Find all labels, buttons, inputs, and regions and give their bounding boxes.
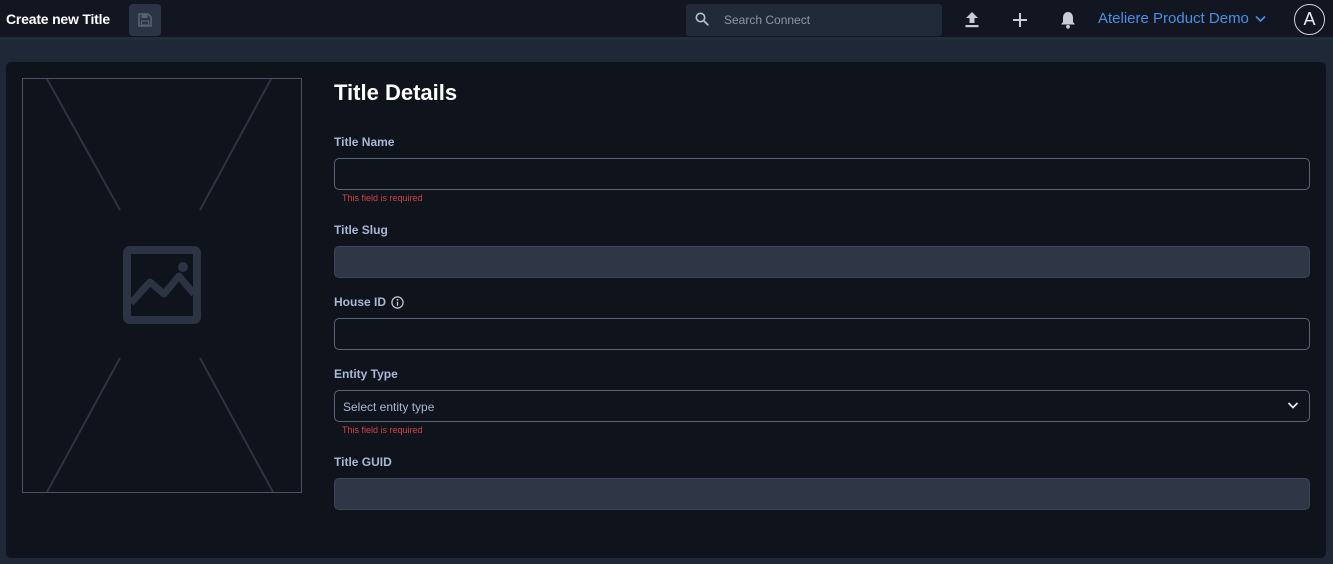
- image-placeholder-graphic: [46, 79, 274, 492]
- save-icon: [138, 13, 152, 27]
- title-slug-label-text: Title Slug: [334, 223, 388, 237]
- entity-type-label: Entity Type: [334, 367, 398, 381]
- page-title: Create new Title: [6, 11, 110, 27]
- title-slug-label: Title Slug: [334, 223, 388, 237]
- avatar[interactable]: A: [1294, 4, 1325, 35]
- image-placeholder[interactable]: [22, 78, 302, 493]
- title-guid-input: [334, 478, 1310, 510]
- plus-icon: [1013, 13, 1027, 27]
- notifications-button[interactable]: [1056, 8, 1080, 32]
- top-bar: Create new Title Ateliere: [0, 0, 1333, 40]
- title-details-panel: Title Details Title Name This field is r…: [6, 62, 1326, 558]
- bell-icon: [1061, 12, 1075, 29]
- chevron-down-icon: [1287, 402, 1299, 409]
- info-icon[interactable]: [391, 295, 404, 309]
- entity-type-select[interactable]: Select entity type: [334, 390, 1310, 422]
- workspace-name: Ateliere Product Demo: [1098, 10, 1249, 27]
- title-slug-input: [334, 246, 1310, 278]
- chevron-down-icon: [1255, 15, 1266, 22]
- search-box[interactable]: [686, 4, 942, 36]
- upload-icon: [965, 12, 979, 28]
- title-name-label-text: Title Name: [334, 135, 395, 149]
- title-guid-label: Title GUID: [334, 455, 392, 469]
- title-name-input[interactable]: [334, 158, 1310, 190]
- title-name-label: Title Name: [334, 135, 394, 149]
- entity-type-placeholder: Select entity type: [343, 400, 435, 414]
- house-id-input[interactable]: [334, 318, 1310, 350]
- section-title: Title Details: [334, 80, 458, 105]
- title-name-error: This field is required: [342, 193, 423, 203]
- house-id-label: House ID: [334, 295, 404, 309]
- workspace-switcher[interactable]: Ateliere Product Demo: [1098, 10, 1266, 27]
- search-input[interactable]: [724, 4, 934, 36]
- title-guid-label-text: Title GUID: [334, 455, 392, 469]
- entity-type-error: This field is required: [342, 425, 423, 435]
- add-button[interactable]: [1008, 8, 1032, 32]
- image-icon: [123, 246, 201, 324]
- entity-type-label-text: Entity Type: [334, 367, 398, 381]
- house-id-label-text: House ID: [334, 295, 387, 309]
- search-icon: [695, 12, 709, 26]
- upload-button[interactable]: [960, 8, 984, 32]
- save-button[interactable]: [129, 4, 161, 36]
